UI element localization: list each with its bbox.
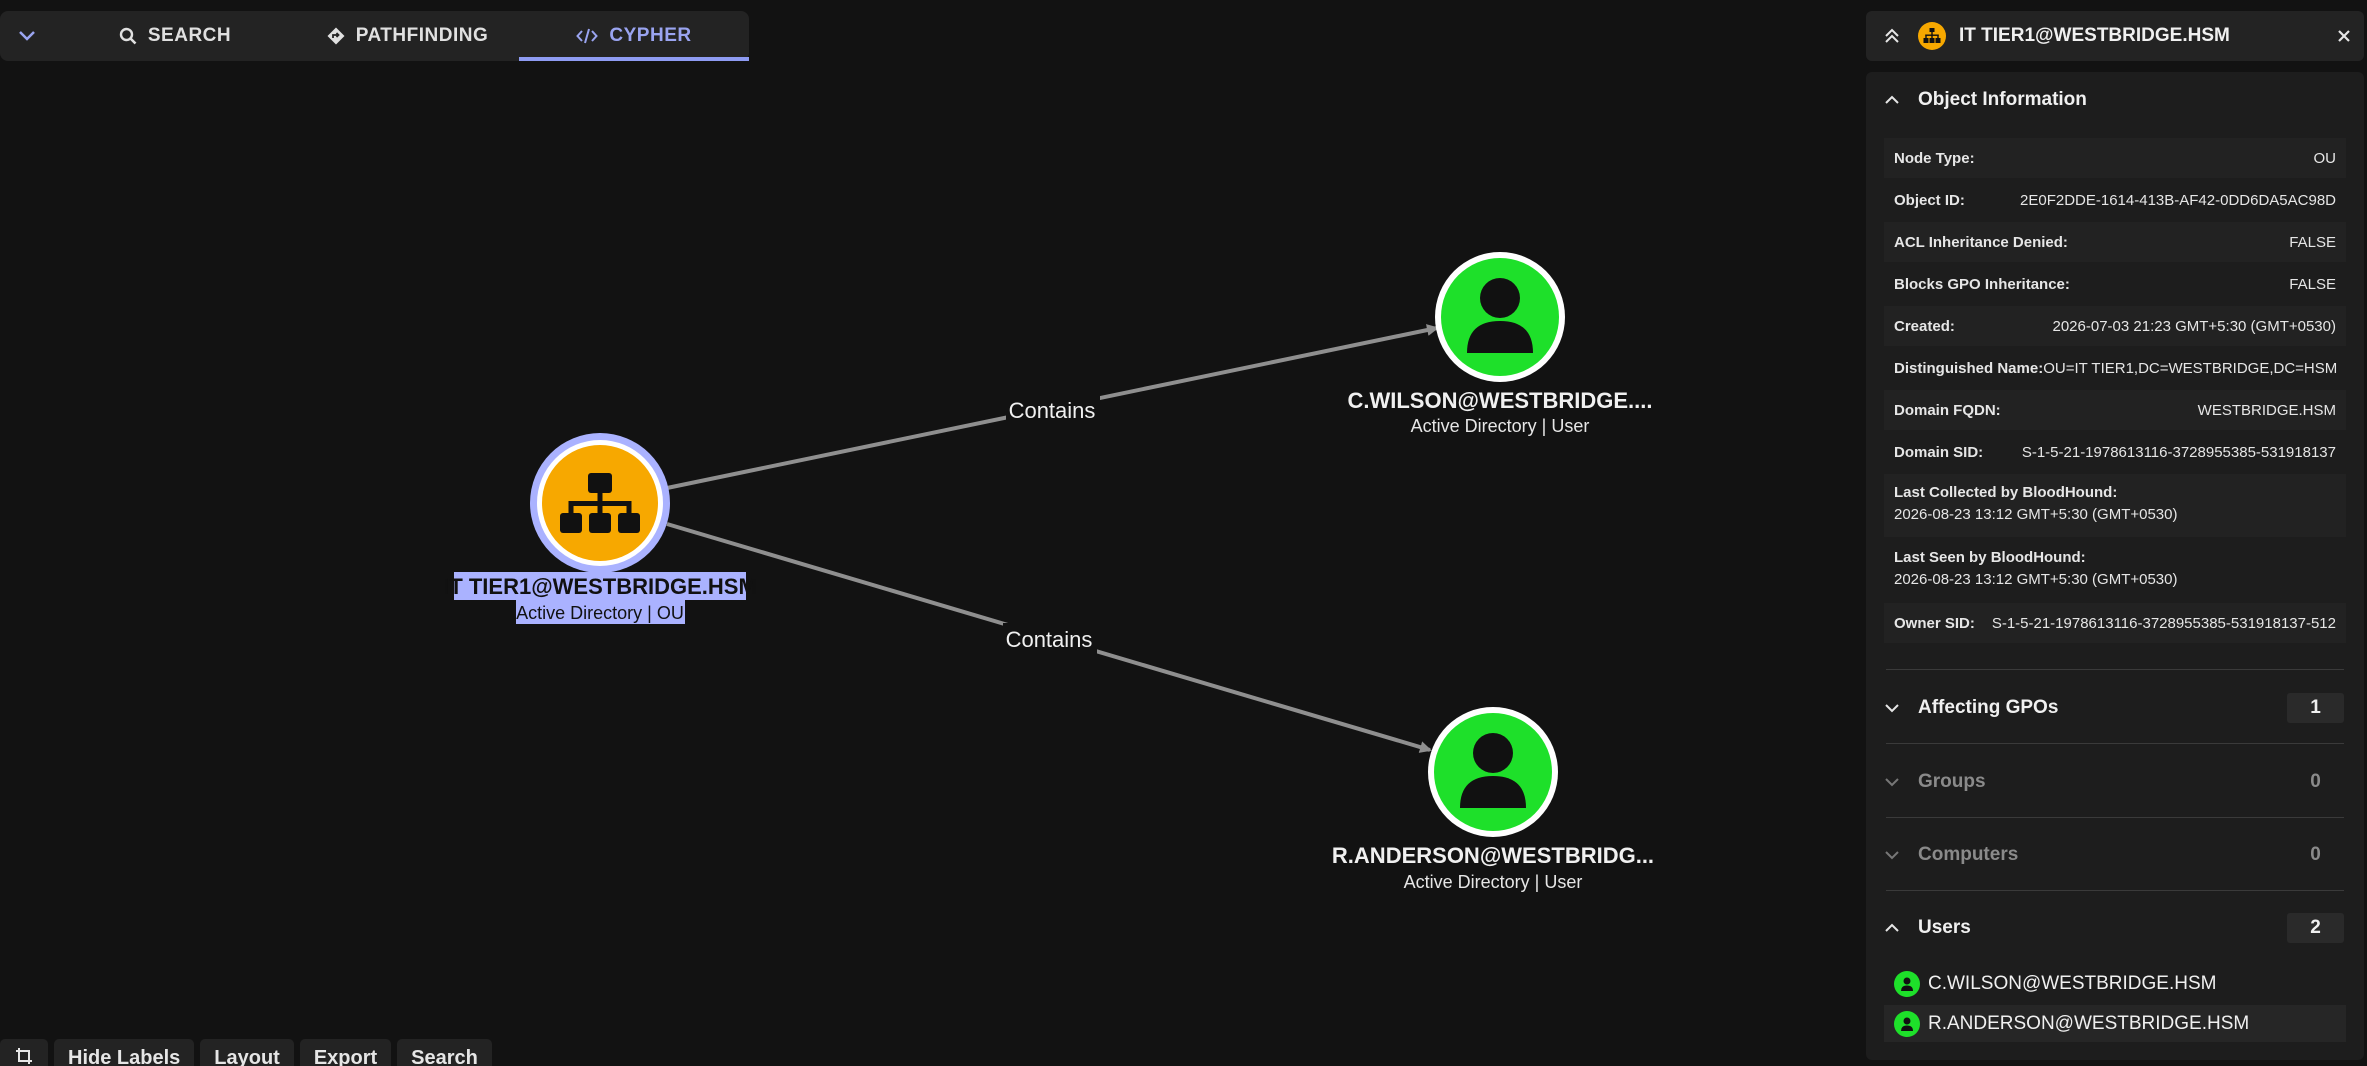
double-chevron-up-icon bbox=[1885, 28, 1899, 43]
section-users[interactable]: Users 2 bbox=[1866, 903, 2364, 953]
layout-button[interactable]: Layout bbox=[200, 1039, 294, 1066]
edge-label: Contains bbox=[1009, 398, 1096, 423]
chevron-up-icon bbox=[1885, 95, 1899, 104]
user-name: C.WILSON@WESTBRIDGE.HSM bbox=[1928, 972, 2217, 994]
node-sublabel: Active Directory | User bbox=[1411, 416, 1590, 436]
chevron-up-icon bbox=[1885, 923, 1899, 932]
reset-button[interactable] bbox=[0, 1039, 48, 1066]
user-icon bbox=[1894, 970, 1920, 997]
export-button[interactable]: Export bbox=[299, 1039, 392, 1066]
graph-canvas[interactable]: Contains Contains IT TIER1@WESTBRIDGE.HS… bbox=[0, 0, 1860, 1040]
user-icon bbox=[1894, 1010, 1920, 1037]
count-badge: 1 bbox=[2287, 693, 2344, 723]
chevron-down-icon bbox=[1885, 778, 1899, 787]
section-title: Groups bbox=[1918, 771, 1986, 792]
property-key: Domain SID: bbox=[1894, 443, 1984, 461]
node-sublabel: Active Directory | OU bbox=[516, 603, 684, 623]
property-key: Owner SID: bbox=[1894, 614, 1975, 632]
count-badge: 0 bbox=[2310, 844, 2321, 865]
property-key: Domain FQDN: bbox=[1894, 401, 2001, 419]
node-sublabel: Active Directory | User bbox=[1404, 872, 1583, 892]
property-key: Distinguished Name: bbox=[1894, 359, 2044, 377]
graph-node-user[interactable] bbox=[1428, 707, 1558, 837]
property-value: FALSE bbox=[2289, 233, 2336, 251]
property-row: Domain SID: S-1-5-21-1978613116-37289553… bbox=[1884, 432, 2346, 472]
collapse-panel-button[interactable] bbox=[1866, 28, 1918, 44]
property-value: OU=IT TIER1,DC=WESTBRIDGE,DC=HSM bbox=[2043, 359, 2338, 377]
property-key: Last Collected by BloodHound: bbox=[1894, 484, 2118, 501]
list-item-user[interactable]: R.ANDERSON@WESTBRIDGE.HSM bbox=[1884, 1005, 2346, 1042]
property-row: Blocks GPO Inheritance: FALSE bbox=[1884, 264, 2346, 304]
ou-icon bbox=[1918, 22, 1946, 50]
graph-search-button[interactable]: Search bbox=[397, 1039, 492, 1066]
divider bbox=[1886, 743, 2344, 744]
property-row: Domain FQDN: WESTBRIDGE.HSM bbox=[1884, 390, 2346, 430]
graph-node-ou[interactable] bbox=[530, 433, 670, 573]
list-item-user[interactable]: C.WILSON@WESTBRIDGE.HSM bbox=[1884, 965, 2346, 1002]
chevron-down-icon bbox=[1885, 851, 1899, 860]
property-row: ACL Inheritance Denied: FALSE bbox=[1884, 222, 2346, 262]
property-key: ACL Inheritance Denied: bbox=[1894, 233, 2068, 251]
count-badge: 0 bbox=[2310, 771, 2321, 792]
section-affecting-gpos[interactable]: Affecting GPOs 1 bbox=[1866, 683, 2364, 733]
property-value: 2E0F2DDE-1614-413B-AF42-0DD6DA5AC98D bbox=[2020, 191, 2336, 209]
node-label: R.ANDERSON@WESTBRIDG... bbox=[1332, 843, 1654, 868]
property-row: Owner SID: S-1-5-21-1978613116-372895538… bbox=[1884, 603, 2346, 643]
close-icon bbox=[2338, 30, 2350, 42]
property-key: Created: bbox=[1894, 317, 1955, 335]
node-label: C.WILSON@WESTBRIDGE.... bbox=[1347, 388, 1652, 413]
divider bbox=[1886, 817, 2344, 818]
property-value: OU bbox=[2313, 149, 2337, 167]
property-key: Node Type: bbox=[1894, 149, 1975, 167]
divider bbox=[1886, 669, 2344, 670]
property-row: Created: 2026-07-03 21:23 GMT+5:30 (GMT+… bbox=[1884, 306, 2346, 346]
crop-icon bbox=[16, 1048, 32, 1064]
divider bbox=[1886, 890, 2344, 891]
property-value: 2026-08-23 13:12 GMT+5:30 (GMT+0530) bbox=[1894, 571, 2178, 588]
section-title: Users bbox=[1918, 917, 1971, 938]
section-title: Object Information bbox=[1918, 89, 2087, 110]
property-value: FALSE bbox=[2289, 275, 2336, 293]
node-label: IT TIER1@WESTBRIDGE.HSM bbox=[443, 574, 757, 599]
section-title: Affecting GPOs bbox=[1918, 697, 2059, 718]
property-key: Last Seen by BloodHound: bbox=[1894, 549, 2086, 566]
user-name: R.ANDERSON@WESTBRIDGE.HSM bbox=[1928, 1012, 2250, 1034]
hide-labels-button[interactable]: Hide Labels bbox=[54, 1039, 195, 1066]
property-row: Node Type: OU bbox=[1884, 138, 2346, 178]
property-row: Last Collected by BloodHound: 2026-08-23… bbox=[1884, 474, 2346, 537]
property-key: Blocks GPO Inheritance: bbox=[1894, 275, 2070, 293]
section-groups[interactable]: Groups 0 bbox=[1866, 757, 2364, 807]
property-value: S-1-5-21-1978613116-3728955385-531918137 bbox=[2021, 443, 2336, 461]
property-value: WESTBRIDGE.HSM bbox=[2197, 401, 2336, 419]
section-computers[interactable]: Computers 0 bbox=[1866, 830, 2364, 880]
close-panel-button[interactable] bbox=[2324, 29, 2364, 43]
entity-panel-header: IT TIER1@WESTBRIDGE.HSM bbox=[1866, 11, 2364, 61]
sitemap-icon bbox=[1923, 28, 1941, 43]
chevron-down-icon bbox=[1885, 704, 1899, 713]
property-value: S-1-5-21-1978613116-3728955385-531918137… bbox=[1991, 614, 2336, 632]
property-row: Last Seen by BloodHound: 2026-08-23 13:1… bbox=[1884, 539, 2346, 602]
graph-toolbar: Hide Labels Layout Export Search bbox=[0, 1039, 492, 1066]
property-row: Distinguished Name: OU=IT TIER1,DC=WESTB… bbox=[1884, 348, 2346, 388]
property-row: Object ID: 2E0F2DDE-1614-413B-AF42-0DD6D… bbox=[1884, 180, 2346, 220]
property-value: 2026-07-03 21:23 GMT+5:30 (GMT+0530) bbox=[2052, 317, 2337, 335]
property-value: 2026-08-23 13:12 GMT+5:30 (GMT+0530) bbox=[1894, 506, 2178, 523]
count-badge: 2 bbox=[2287, 913, 2344, 943]
edge-label: Contains bbox=[1006, 627, 1093, 652]
panel-title: IT TIER1@WESTBRIDGE.HSM bbox=[1959, 25, 2230, 46]
section-object-information[interactable]: Object Information bbox=[1866, 75, 2364, 125]
section-title: Computers bbox=[1918, 844, 2019, 865]
entity-info-panel: Object Information Node Type: OU Object … bbox=[1866, 72, 2364, 1060]
graph-node-user[interactable] bbox=[1435, 252, 1565, 382]
property-key: Object ID: bbox=[1894, 191, 1965, 209]
